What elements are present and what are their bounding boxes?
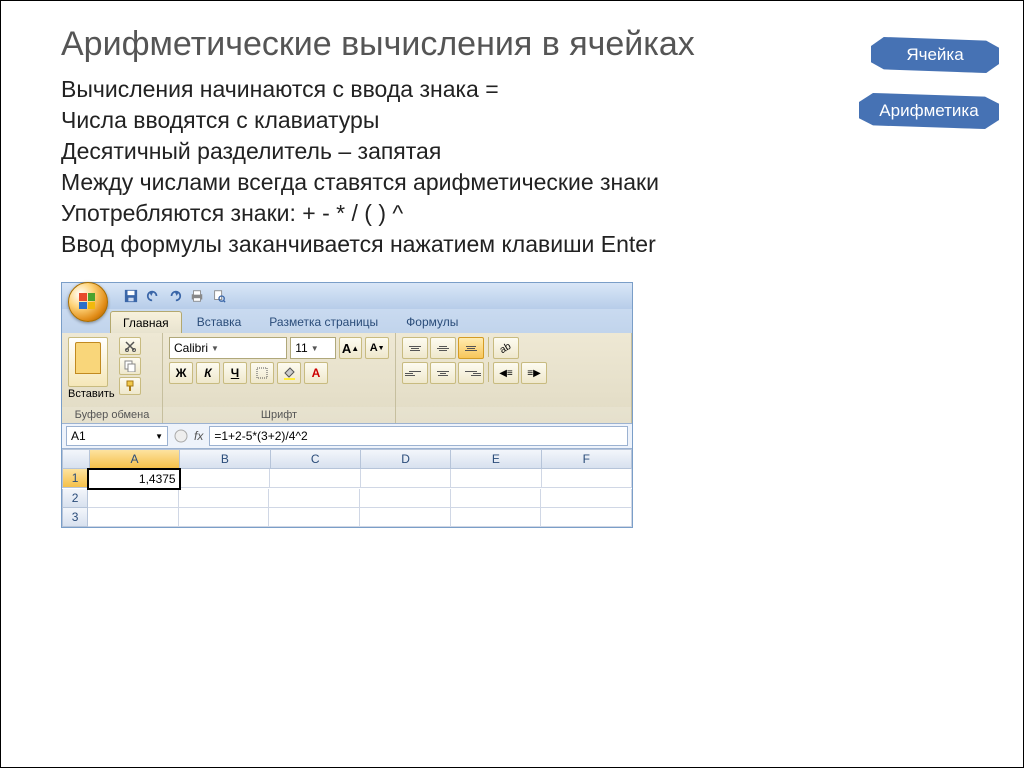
font-size-combo[interactable]: 11▼: [290, 337, 335, 359]
cancel-icon[interactable]: [174, 429, 188, 443]
tab-insert[interactable]: Вставка: [184, 310, 255, 333]
cell-b2[interactable]: [179, 489, 270, 508]
quick-access-toolbar: [124, 289, 226, 303]
col-header-d[interactable]: D: [361, 449, 451, 469]
paste-label: Вставить: [68, 387, 115, 400]
cell-f3[interactable]: [541, 508, 632, 527]
formula-input[interactable]: =1+2-5*(3+2)/4^2: [209, 426, 628, 446]
paste-button[interactable]: Вставить: [68, 337, 115, 400]
tab-formulas[interactable]: Формулы: [393, 310, 471, 333]
align-group-label: [396, 407, 631, 423]
format-painter-button[interactable]: [119, 377, 141, 395]
cell-a1[interactable]: 1,4375: [87, 468, 180, 490]
clipboard-group-label: Буфер обмена: [62, 407, 162, 423]
cell-a3[interactable]: [88, 508, 179, 527]
borders-button[interactable]: [250, 362, 274, 384]
grow-font-button[interactable]: A▲: [339, 337, 363, 359]
row-header-1[interactable]: 1: [62, 469, 88, 488]
slide-title: Арифметические вычисления в ячейках: [61, 25, 983, 64]
tab-home[interactable]: Главная: [110, 311, 182, 333]
clipboard-icon: [75, 342, 101, 374]
bullet-1: Вычисления начинаются с ввода знака =: [61, 74, 983, 105]
bullet-3: Десятичный разделитель – запятая: [61, 136, 983, 167]
font-color-button[interactable]: A: [304, 362, 328, 384]
formula-text: =1+2-5*(3+2)/4^2: [214, 429, 307, 443]
formula-bar: A1▼ fx =1+2-5*(3+2)/4^2: [62, 423, 632, 449]
col-header-c[interactable]: C: [271, 449, 361, 469]
bullets: Вычисления начинаются с ввода знака = Чи…: [61, 74, 983, 260]
cell-e2[interactable]: [451, 489, 542, 508]
banner-arithmetic[interactable]: Арифметика: [859, 93, 999, 129]
row-header-2[interactable]: 2: [62, 489, 88, 508]
copy-button[interactable]: [119, 357, 141, 375]
italic-button[interactable]: К: [196, 362, 220, 384]
redo-icon[interactable]: [168, 289, 182, 303]
col-header-f[interactable]: F: [542, 449, 632, 469]
office-button[interactable]: [68, 282, 108, 322]
cell-c1[interactable]: [270, 469, 360, 488]
name-box-value: A1: [71, 429, 86, 443]
font-group-label: Шрифт: [163, 407, 395, 423]
cell-d3[interactable]: [360, 508, 451, 527]
cell-d2[interactable]: [360, 489, 451, 508]
underline-button[interactable]: Ч: [223, 362, 247, 384]
orientation-button[interactable]: ab: [493, 337, 519, 359]
align-bottom-button[interactable]: [458, 337, 484, 359]
cell-b3[interactable]: [179, 508, 270, 527]
font-family-combo[interactable]: Calibri▼: [169, 337, 287, 359]
ribbon: Вставить Буфер обмена Calibri▼ 11▼ A▲: [62, 333, 632, 423]
fill-color-button[interactable]: [277, 362, 301, 384]
align-center-button[interactable]: [430, 362, 456, 384]
align-right-button[interactable]: [458, 362, 484, 384]
name-box[interactable]: A1▼: [66, 426, 168, 446]
scissors-icon: [124, 340, 136, 352]
cell-e3[interactable]: [451, 508, 542, 527]
cell-f1[interactable]: [542, 469, 632, 488]
shrink-font-button[interactable]: A▼: [365, 337, 389, 359]
align-middle-button[interactable]: [430, 337, 456, 359]
quick-print-icon[interactable]: [190, 289, 204, 303]
cell-c2[interactable]: [269, 489, 360, 508]
bullet-5: Употребляются знаки: + - * / ( ) ^: [61, 198, 983, 229]
cell-a2[interactable]: [88, 489, 179, 508]
align-top-button[interactable]: [402, 337, 428, 359]
col-header-e[interactable]: E: [451, 449, 541, 469]
decrease-indent-button[interactable]: ◀≡: [493, 362, 519, 384]
select-all-corner[interactable]: [62, 449, 90, 469]
brush-icon: [124, 380, 136, 392]
worksheet-grid[interactable]: A B C D E F 1 1,4375 2 3: [62, 449, 632, 527]
fx-icon[interactable]: fx: [194, 429, 203, 443]
excel-window: Главная Вставка Разметка страницы Формул…: [61, 282, 633, 528]
cell-e1[interactable]: [451, 469, 541, 488]
cell-f2[interactable]: [541, 489, 632, 508]
font-size-value: 11: [295, 341, 307, 355]
border-icon: [256, 367, 268, 379]
font-family-value: Calibri: [174, 341, 208, 355]
ribbon-tabs: Главная Вставка Разметка страницы Формул…: [62, 309, 632, 333]
tab-page-layout[interactable]: Разметка страницы: [256, 310, 391, 333]
bullet-6: Ввод формулы заканчивается нажатием клав…: [61, 229, 983, 260]
cell-c3[interactable]: [269, 508, 360, 527]
row-header-3[interactable]: 3: [62, 508, 88, 527]
bullet-2: Числа вводятся с клавиатуры: [61, 105, 983, 136]
print-preview-icon[interactable]: [212, 289, 226, 303]
increase-indent-button[interactable]: ≡▶: [521, 362, 547, 384]
undo-icon[interactable]: [146, 289, 160, 303]
bullet-4: Между числами всегда ставятся арифметиче…: [61, 167, 983, 198]
align-left-button[interactable]: [402, 362, 428, 384]
col-header-b[interactable]: B: [180, 449, 270, 469]
save-icon[interactable]: [124, 289, 138, 303]
banner-cell[interactable]: Ячейка: [871, 37, 999, 73]
copy-icon: [124, 360, 136, 372]
bold-button[interactable]: Ж: [169, 362, 193, 384]
col-header-a[interactable]: A: [90, 449, 180, 469]
cut-button[interactable]: [119, 337, 141, 355]
cell-d1[interactable]: [361, 469, 451, 488]
bucket-icon: [282, 366, 296, 380]
cell-b1[interactable]: [180, 469, 270, 488]
